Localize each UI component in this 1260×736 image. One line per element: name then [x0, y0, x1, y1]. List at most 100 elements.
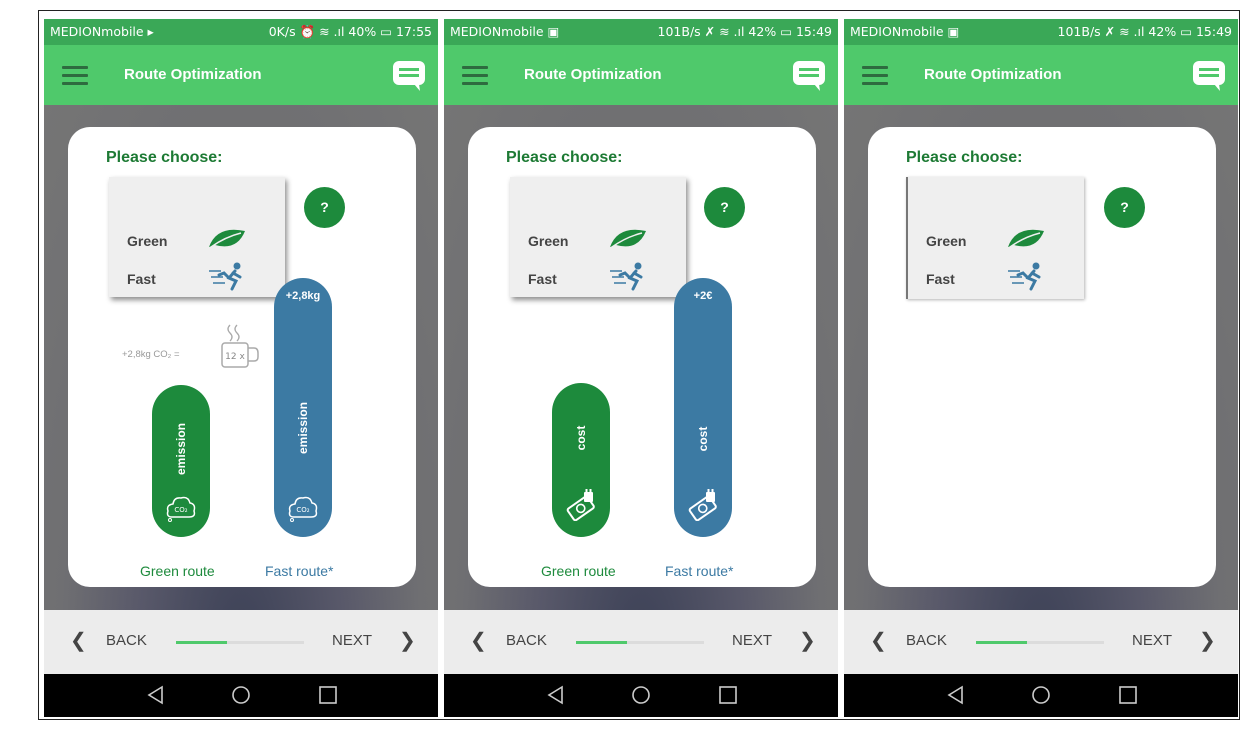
back-triangle-icon[interactable]	[946, 685, 966, 705]
svg-text:CO₂: CO₂	[296, 506, 309, 514]
co2-equivalence-text: +2,8kg CO₂ =	[122, 349, 180, 360]
coffee-mug-icon: 12 x	[221, 324, 259, 368]
recents-square-icon[interactable]	[1118, 685, 1138, 705]
progress-bar	[576, 641, 704, 644]
bottom-navigation: ❮ BACK NEXT ❯	[844, 610, 1238, 674]
option-fast-label[interactable]: Fast	[127, 271, 156, 287]
option-box[interactable]: Green Fast	[510, 177, 686, 297]
fast-route-bar[interactable]: +2€ cost	[674, 278, 732, 537]
carrier-label: MEDIONmobile ▸	[50, 24, 154, 39]
app-title: Route Optimization	[524, 66, 662, 83]
status-bar: MEDIONmobile ▸ 0K/s ⏰ ≋ .ıl 40% ▭ 17:55	[44, 19, 438, 45]
back-button[interactable]: BACK	[906, 632, 947, 649]
system-navigation-bar	[44, 674, 438, 717]
chevron-right-icon[interactable]: ❯	[399, 628, 416, 653]
green-bar-label: cost	[574, 426, 588, 451]
option-green-label[interactable]: Green	[127, 233, 167, 249]
phone-screen-2: MEDIONmobile ▣ 101B/s ✗ ≋ .ıl 42% ▭ 15:4…	[444, 19, 838, 717]
app-bar: Route Optimization	[44, 45, 438, 105]
next-button[interactable]: NEXT	[1132, 632, 1172, 649]
back-triangle-icon[interactable]	[546, 685, 566, 705]
fast-bar-label: emission	[296, 402, 310, 455]
choice-card: Please choose: Green Fast ? +2,8kg CO₂ =…	[68, 127, 416, 587]
progress-fill	[576, 641, 628, 644]
running-person-icon	[209, 262, 242, 291]
svg-text:CO₂: CO₂	[174, 506, 187, 514]
help-button[interactable]: ?	[304, 187, 345, 228]
back-button[interactable]: BACK	[506, 632, 547, 649]
carrier-label: MEDIONmobile ▣	[850, 24, 960, 39]
chat-icon[interactable]	[1192, 60, 1226, 92]
progress-fill	[976, 641, 1028, 644]
recents-square-icon[interactable]	[318, 685, 338, 705]
fast-bar-label: cost	[696, 426, 710, 451]
chevron-right-icon[interactable]: ❯	[1199, 628, 1216, 653]
help-button[interactable]: ?	[1104, 187, 1145, 228]
green-route-label[interactable]: Green route	[140, 563, 215, 579]
fast-bar-top-text: +2,8kg	[285, 290, 321, 302]
option-fast-label[interactable]: Fast	[926, 271, 955, 287]
bottom-navigation: ❮ BACK NEXT ❯	[44, 610, 438, 674]
option-box[interactable]: Green Fast	[109, 177, 285, 297]
app-title: Route Optimization	[924, 66, 1062, 83]
choice-card: Please choose: Green Fast ? cost +2€ cos…	[468, 127, 816, 587]
chat-icon[interactable]	[392, 60, 426, 92]
fast-route-bar[interactable]: +2,8kg emission CO₂	[274, 278, 332, 537]
option-box[interactable]: Green Fast	[906, 177, 1084, 299]
system-navigation-bar	[444, 674, 838, 717]
running-person-icon	[610, 262, 643, 291]
progress-fill	[176, 641, 228, 644]
leaf-icon	[610, 229, 646, 248]
chevron-left-icon[interactable]: ❮	[70, 628, 87, 653]
choice-card: Please choose: Green Fast ?	[868, 127, 1216, 587]
fast-bar-top-text: +2€	[693, 290, 713, 302]
app-bar: Route Optimization	[844, 45, 1238, 105]
leaf-icon	[1008, 229, 1044, 248]
status-right: 101B/s ✗ ≋ .ıl 42% ▭ 15:49	[1057, 24, 1232, 39]
choose-title: Please choose:	[106, 149, 223, 166]
leaf-icon	[209, 229, 245, 248]
menu-icon[interactable]	[462, 66, 488, 86]
progress-bar	[176, 641, 304, 644]
option-fast-label[interactable]: Fast	[528, 271, 557, 287]
next-button[interactable]: NEXT	[332, 632, 372, 649]
status-right: 101B/s ✗ ≋ .ıl 42% ▭ 15:49	[657, 24, 832, 39]
phone-screen-1: MEDIONmobile ▸ 0K/s ⏰ ≋ .ıl 40% ▭ 17:55 …	[44, 19, 438, 717]
status-bar: MEDIONmobile ▣ 101B/s ✗ ≋ .ıl 42% ▭ 15:4…	[844, 19, 1238, 45]
fast-route-label[interactable]: Fast route*	[265, 563, 333, 579]
green-bar-label: emission	[174, 422, 188, 475]
green-route-bar[interactable]: cost	[552, 383, 610, 537]
money-plug-icon	[688, 489, 717, 521]
bottom-navigation: ❮ BACK NEXT ❯	[444, 610, 838, 674]
fast-route-label[interactable]: Fast route*	[665, 563, 733, 579]
chat-icon[interactable]	[792, 60, 826, 92]
back-triangle-icon[interactable]	[146, 685, 166, 705]
choose-title: Please choose:	[506, 149, 623, 166]
app-title: Route Optimization	[124, 66, 262, 83]
system-navigation-bar	[844, 674, 1238, 717]
recents-square-icon[interactable]	[718, 685, 738, 705]
option-green-label[interactable]: Green	[528, 233, 568, 249]
chevron-left-icon[interactable]: ❮	[870, 628, 887, 653]
green-route-bar[interactable]: emission CO₂	[152, 385, 210, 537]
back-button[interactable]: BACK	[106, 632, 147, 649]
progress-bar	[976, 641, 1104, 644]
co2-cloud-icon: CO₂	[166, 496, 196, 522]
choose-title: Please choose:	[906, 149, 1023, 166]
menu-icon[interactable]	[862, 66, 888, 86]
option-green-label[interactable]: Green	[926, 233, 966, 249]
chevron-left-icon[interactable]: ❮	[470, 628, 487, 653]
menu-icon[interactable]	[62, 66, 88, 86]
home-circle-icon[interactable]	[1031, 685, 1051, 705]
next-button[interactable]: NEXT	[732, 632, 772, 649]
home-circle-icon[interactable]	[631, 685, 651, 705]
chevron-right-icon[interactable]: ❯	[799, 628, 816, 653]
carrier-label: MEDIONmobile ▣	[450, 24, 560, 39]
running-person-icon	[1008, 262, 1041, 291]
co2-cloud-icon: CO₂	[288, 496, 318, 522]
phone-screen-3: MEDIONmobile ▣ 101B/s ✗ ≋ .ıl 42% ▭ 15:4…	[844, 19, 1238, 717]
help-button[interactable]: ?	[704, 187, 745, 228]
green-route-label[interactable]: Green route	[541, 563, 616, 579]
home-circle-icon[interactable]	[231, 685, 251, 705]
status-right: 0K/s ⏰ ≋ .ıl 40% ▭ 17:55	[268, 24, 432, 39]
